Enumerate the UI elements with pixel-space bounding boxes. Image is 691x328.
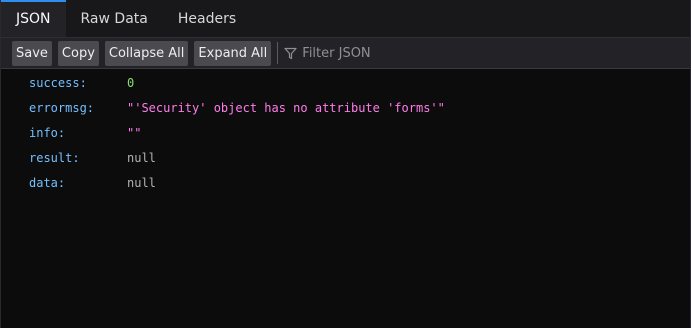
tab-bar: JSON Raw Data Headers (1, 0, 690, 38)
json-row-success[interactable]: success: 0 (1, 70, 690, 95)
expand-all-button[interactable]: Expand All (194, 40, 272, 66)
filter-json-input[interactable]: Filter JSON (284, 41, 371, 66)
json-value: null (127, 150, 156, 165)
json-row-result[interactable]: result: null (1, 145, 690, 170)
tab-headers[interactable]: Headers (163, 0, 251, 37)
json-value: null (127, 175, 156, 190)
tab-json-label: JSON (16, 10, 51, 27)
toolbar-divider (277, 42, 279, 64)
json-value: "" (127, 125, 142, 140)
json-value: "'Security' object has no attribute 'for… (127, 100, 445, 115)
json-row-info[interactable]: info: "" (1, 120, 690, 145)
json-row-data[interactable]: data: null (1, 170, 690, 195)
filter-json-placeholder: Filter JSON (302, 45, 371, 61)
save-button[interactable]: Save (12, 40, 52, 66)
tab-raw-data-label: Raw Data (80, 10, 148, 27)
json-viewer: JSON Raw Data Headers Save Copy Collapse… (0, 0, 691, 328)
collapse-all-button[interactable]: Collapse All (104, 40, 189, 66)
tab-json[interactable]: JSON (1, 0, 66, 37)
tab-raw-data[interactable]: Raw Data (66, 0, 163, 37)
json-tree: success: 0 errormsg: "'Security' object … (1, 70, 690, 328)
json-toolbar: Save Copy Collapse All Expand All Filter… (1, 38, 690, 69)
json-row-errormsg[interactable]: errormsg: "'Security' object has no attr… (1, 95, 690, 120)
json-key: success: (29, 75, 87, 90)
filter-icon (284, 47, 297, 59)
json-key: info: (29, 125, 66, 140)
copy-button[interactable]: Copy (57, 40, 99, 66)
json-key: errormsg: (29, 100, 95, 115)
json-value: 0 (127, 75, 135, 90)
json-key: data: (29, 175, 66, 190)
json-key: result: (29, 150, 80, 165)
tab-headers-label: Headers (177, 10, 237, 27)
